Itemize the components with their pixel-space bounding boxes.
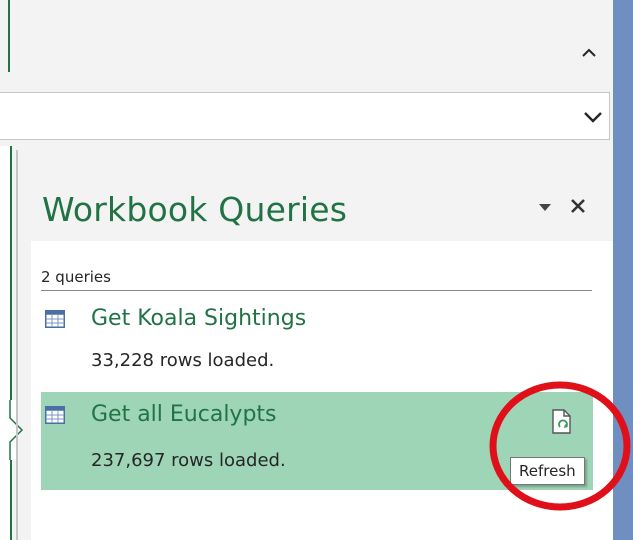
table-icon [45,310,65,328]
ribbon-area [0,0,613,73]
worksheet-edge [0,146,12,540]
chevron-down-icon [584,112,602,123]
close-icon[interactable] [568,196,588,216]
formula-input[interactable] [0,92,610,140]
highlight-circle [489,381,631,511]
query-name: Get all Eucalypts [91,402,277,427]
divider [41,290,592,291]
dropdown-arrow-icon[interactable] [537,200,553,214]
query-rows-loaded: 237,697 rows loaded. [91,450,286,471]
expand-formula-bar-button[interactable] [580,104,606,130]
query-count: 2 queries [41,268,111,286]
collapse-ribbon-button[interactable] [576,40,602,66]
table-icon [45,406,65,424]
query-item[interactable]: Get Koala Sightings 33,228 rows loaded. [41,300,593,384]
chevron-up-icon [582,48,596,57]
sheet-border [8,0,10,72]
query-name: Get Koala Sightings [91,306,307,331]
query-rows-loaded: 33,228 rows loaded. [91,350,275,371]
pane-divider [16,150,18,540]
pane-title: Workbook Queries [42,190,348,229]
